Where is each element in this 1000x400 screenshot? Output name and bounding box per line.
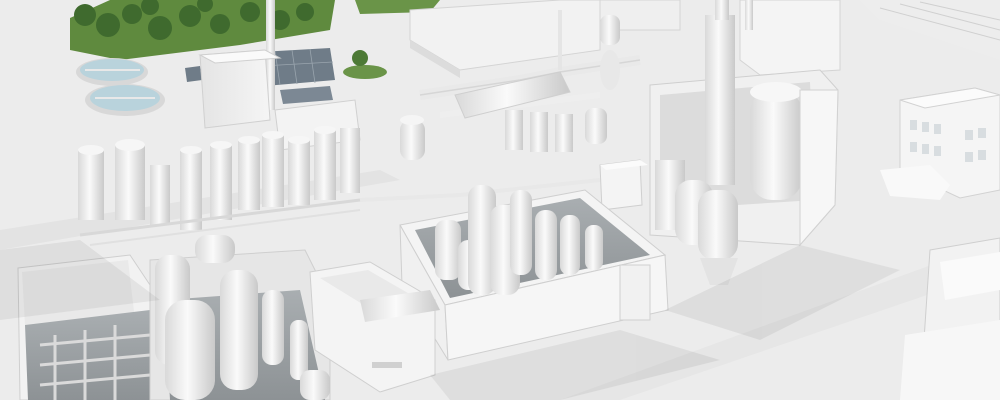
control-building [599, 159, 648, 211]
plant-illustration [0, 0, 1000, 400]
plant-scene [0, 0, 1000, 400]
grass-island [343, 65, 387, 79]
scrubber-towers [149, 235, 331, 400]
